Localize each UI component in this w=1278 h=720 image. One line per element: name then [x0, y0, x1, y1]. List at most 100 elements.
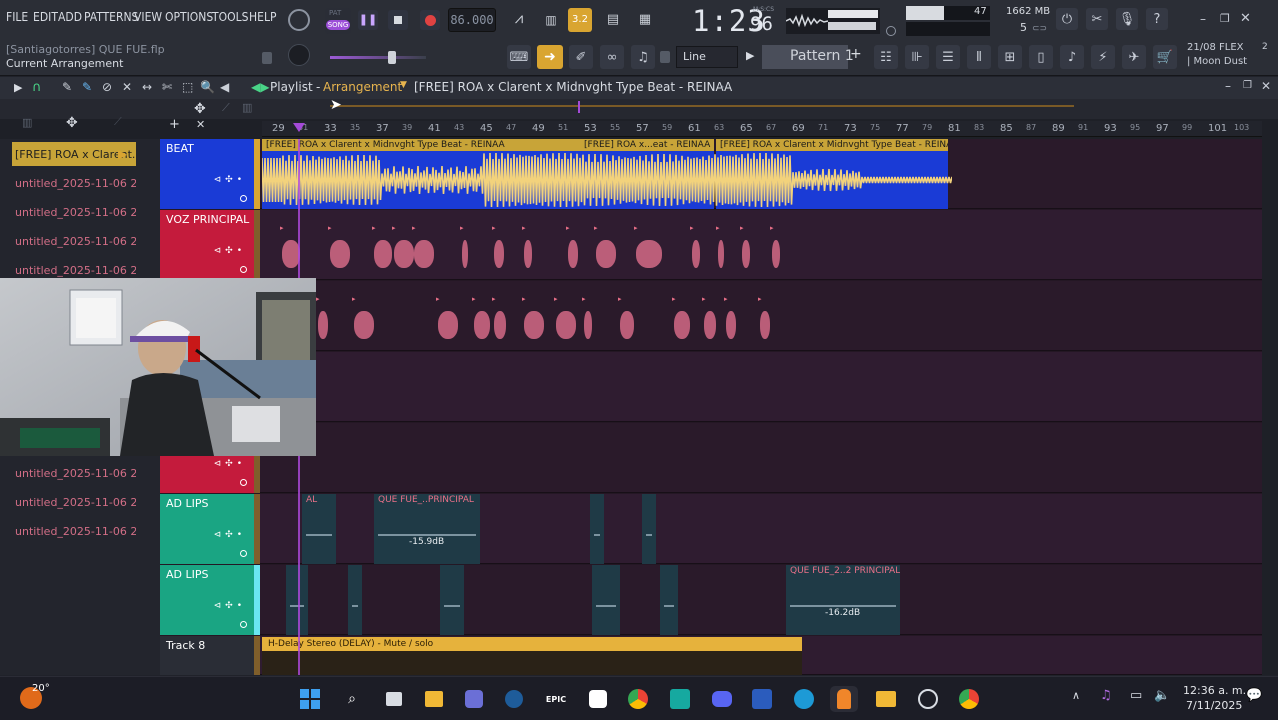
pattern-selector[interactable]: Pattern 1 — [762, 45, 854, 69]
task-view-icon[interactable] — [380, 686, 408, 712]
epic-games-icon[interactable]: EPIC — [542, 686, 570, 712]
weather-temp[interactable]: 20° — [32, 683, 50, 694]
stop-button[interactable] — [388, 10, 408, 30]
vocal-clip[interactable]: ▸ — [634, 224, 664, 276]
track-header[interactable]: Track 8 — [160, 636, 254, 675]
vocal-clip[interactable]: ▸ — [618, 295, 636, 347]
vocal-clip[interactable]: ▸ — [672, 295, 692, 347]
obs-icon[interactable] — [914, 686, 942, 712]
magnet-snap-icon[interactable]: ∩ — [32, 80, 42, 95]
microphone-icon[interactable]: 🎙 — [1116, 8, 1138, 30]
vocal-clip[interactable]: ▸ — [522, 224, 534, 276]
brush-icon[interactable]: ✐ — [569, 45, 593, 69]
master-volume-knob[interactable] — [288, 9, 310, 31]
power-icon[interactable]: ⏻ — [1056, 8, 1078, 30]
track-header[interactable]: VOZ PRINCIPAL ⊲✣• — [160, 210, 254, 280]
adlips-clip[interactable] — [440, 565, 464, 635]
adlips-clip[interactable] — [286, 565, 308, 635]
playlist-minimize-icon[interactable]: – — [1225, 79, 1231, 93]
vocal-clip[interactable]: ▸ — [702, 295, 718, 347]
plugin-icon[interactable]: ♪ — [1060, 45, 1084, 69]
add-pattern-icon[interactable]: + — [850, 46, 862, 62]
minimize-icon[interactable]: – — [1200, 12, 1206, 26]
playlist-restore-icon[interactable]: ❐ — [1243, 80, 1252, 91]
piano-roll-icon[interactable]: ⊪ — [905, 45, 929, 69]
menu-tools[interactable]: TOOLS — [212, 10, 248, 24]
slider-thumb[interactable] — [388, 51, 396, 64]
project-icon[interactable]: ▯ — [1029, 45, 1053, 69]
stamp-icon[interactable]: ♫ — [631, 45, 655, 69]
automation-clip[interactable]: H-Delay Stereo (DELAY) - Mute / solo — [262, 637, 802, 651]
help-icon[interactable]: ? — [1146, 8, 1168, 30]
menu-file[interactable]: FILE — [6, 10, 28, 24]
vocal-clip[interactable]: ▸ — [460, 224, 470, 276]
master-pitch-slider[interactable] — [330, 56, 426, 59]
pencil-tool-icon[interactable]: ✎ — [62, 80, 72, 94]
metronome-icon[interactable]: ⩘ — [506, 9, 532, 31]
adlips-clip[interactable]: AL — [302, 494, 336, 564]
media-player-icon[interactable] — [666, 686, 694, 712]
vocal-clip[interactable]: ▸ — [770, 224, 782, 276]
capcut-icon[interactable] — [584, 686, 612, 712]
step-edit-button[interactable]: 3.2 — [568, 8, 592, 32]
arrangement-dropdown-icon[interactable]: ▼ — [400, 80, 407, 90]
count-in-icon[interactable]: ➜ — [537, 45, 563, 69]
playlist-scrollbar[interactable] — [330, 105, 1074, 107]
track-lane[interactable] — [260, 565, 1262, 635]
discord-icon[interactable] — [708, 686, 736, 712]
cut-icon[interactable]: ✂ — [1086, 8, 1108, 30]
chrome-icon[interactable] — [624, 686, 652, 712]
arrangement-view[interactable]: Arrangement — [323, 80, 402, 94]
track-controls-icon[interactable]: ⊲✣• — [214, 530, 246, 540]
picker-view-icon[interactable]: ▥ — [22, 116, 32, 129]
picker-item-recording[interactable]: untitled_2025-11-06 20-... — [12, 171, 136, 195]
restore-icon[interactable]: ❐ — [1220, 12, 1230, 25]
clock-time[interactable]: 12:36 a. m. — [1183, 684, 1246, 697]
wait-input-icon[interactable]: ▥ — [538, 9, 564, 31]
snap-mode-select[interactable]: Line — [676, 46, 738, 68]
news-line-2[interactable]: | Moon Dust — [1187, 56, 1247, 67]
vocal-clip[interactable]: ▸ — [472, 295, 492, 347]
vocal-clip[interactable]: ▸ — [758, 295, 772, 347]
clock-date[interactable]: 7/11/2025 — [1186, 699, 1242, 712]
master-pitch-knob[interactable] — [288, 44, 310, 66]
picker-item-recording[interactable]: untitled_2025-11-06 20-... — [12, 490, 136, 514]
menu-view[interactable]: VIEW — [134, 10, 162, 24]
vocal-clip[interactable]: ▸ — [690, 224, 702, 276]
picker-item-recording[interactable]: untitled_2025-11-06 20-... — [12, 519, 136, 543]
record-button[interactable] — [420, 10, 440, 30]
timeline-ruler[interactable]: 29 31 33 35 37 39 41 43 45 47 49 51 53 55 57 59 61 63 65 67… — [262, 121, 1262, 137]
vocal-clip[interactable]: ▸ — [492, 224, 506, 276]
menu-patterns[interactable]: PATTERNS — [84, 10, 138, 24]
mute-tool-icon[interactable]: ✕ — [122, 80, 132, 94]
fl-studio-taskbar-icon[interactable] — [830, 686, 858, 712]
menu-edit[interactable]: EDIT — [33, 10, 58, 24]
tray-overflow-icon[interactable]: ∧ — [1072, 689, 1080, 702]
browser-icon[interactable]: ⊞ — [998, 45, 1022, 69]
vocal-clip[interactable]: ▸ — [522, 295, 546, 347]
send-icon[interactable]: ✈ — [1122, 45, 1146, 69]
loop-record-icon[interactable]: ▦ — [632, 9, 658, 31]
zoom-tool-icon[interactable]: 🔍 — [200, 80, 215, 94]
arrangement-next-icon[interactable]: › — [720, 80, 724, 93]
search-icon[interactable]: ⌕ — [338, 686, 366, 712]
vocal-clip[interactable]: ▸ — [594, 224, 618, 276]
vocal-clip[interactable]: ▸ — [352, 295, 376, 347]
edge-icon[interactable] — [790, 686, 818, 712]
vocal-clip[interactable]: ▸ — [566, 224, 580, 276]
vocal-clip[interactable]: ▸ — [554, 295, 578, 347]
teams-icon[interactable] — [460, 686, 488, 712]
adlips-clip[interactable] — [592, 565, 620, 635]
playback-tool-icon[interactable]: ◀ — [220, 80, 229, 94]
track-controls-icon[interactable]: ⊲✣• — [214, 175, 246, 185]
menu-add[interactable]: ADD — [58, 10, 82, 24]
notification-icon[interactable]: 💬 — [1246, 688, 1262, 703]
picker-move-icon[interactable]: ✥ — [66, 115, 78, 131]
horizontal-zoom-icon[interactable]: ⟋ — [222, 101, 230, 115]
menu-help[interactable]: HELP — [249, 10, 276, 24]
file-explorer-yellow-icon[interactable] — [420, 686, 448, 712]
picker-item-recording[interactable]: untitled_2025-11-06 20-... — [12, 200, 136, 224]
track-lane[interactable] — [260, 423, 1262, 493]
vocal-clip[interactable]: ▸ — [412, 224, 436, 276]
news-line-1[interactable]: 21/08 FLEX — [1187, 42, 1244, 53]
